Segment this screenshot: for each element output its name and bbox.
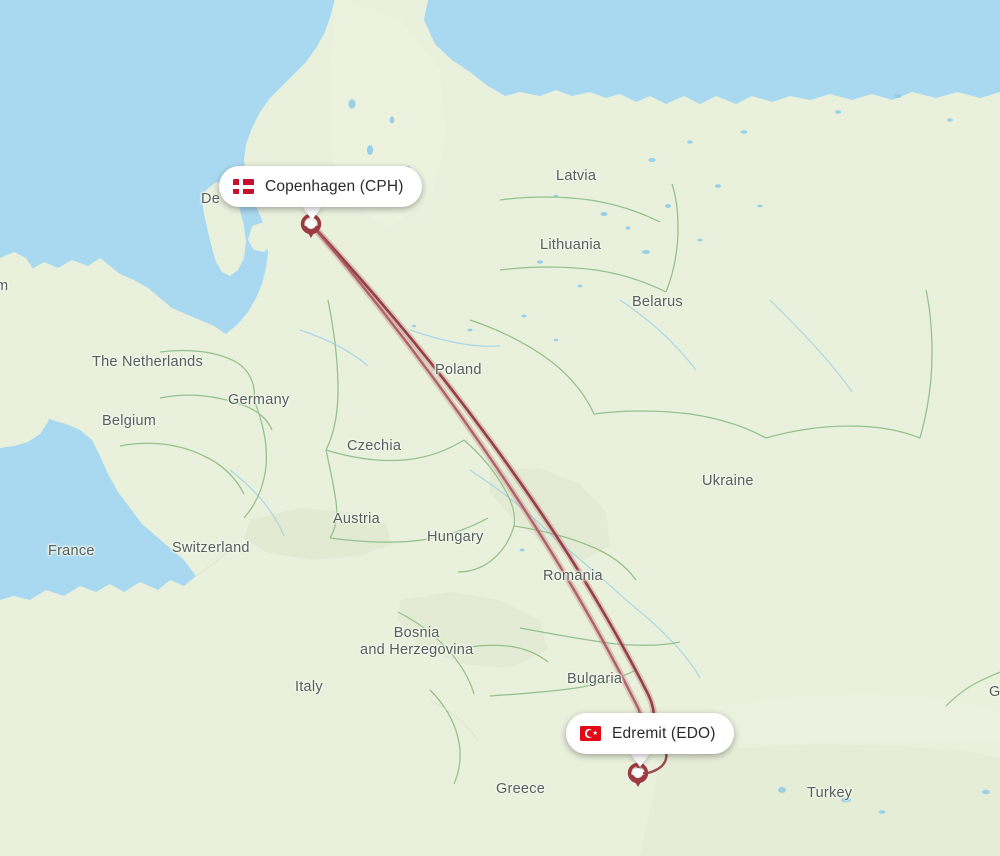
denmark-flag-icon: [233, 179, 254, 194]
destination-callout-tail: [629, 752, 651, 767]
route-path-2-halo: [307, 220, 648, 776]
turkey-flag-icon: ★: [580, 726, 601, 741]
route-path-2[interactable]: [309, 222, 646, 774]
origin-callout-tail: [301, 205, 323, 220]
origin-callout-label: Copenhagen (CPH): [265, 177, 404, 195]
flight-route-map[interactable]: m De The Netherlands Germany Belgium France Sw…: [0, 0, 1000, 856]
origin-callout[interactable]: Copenhagen (CPH): [219, 166, 422, 207]
flight-route-layer[interactable]: [0, 0, 1000, 856]
destination-callout[interactable]: ★ Edremit (EDO): [566, 713, 734, 754]
destination-callout-label: Edremit (EDO): [612, 724, 716, 742]
route-path-1-halo: [307, 220, 658, 772]
route-path-1[interactable]: [309, 222, 656, 770]
